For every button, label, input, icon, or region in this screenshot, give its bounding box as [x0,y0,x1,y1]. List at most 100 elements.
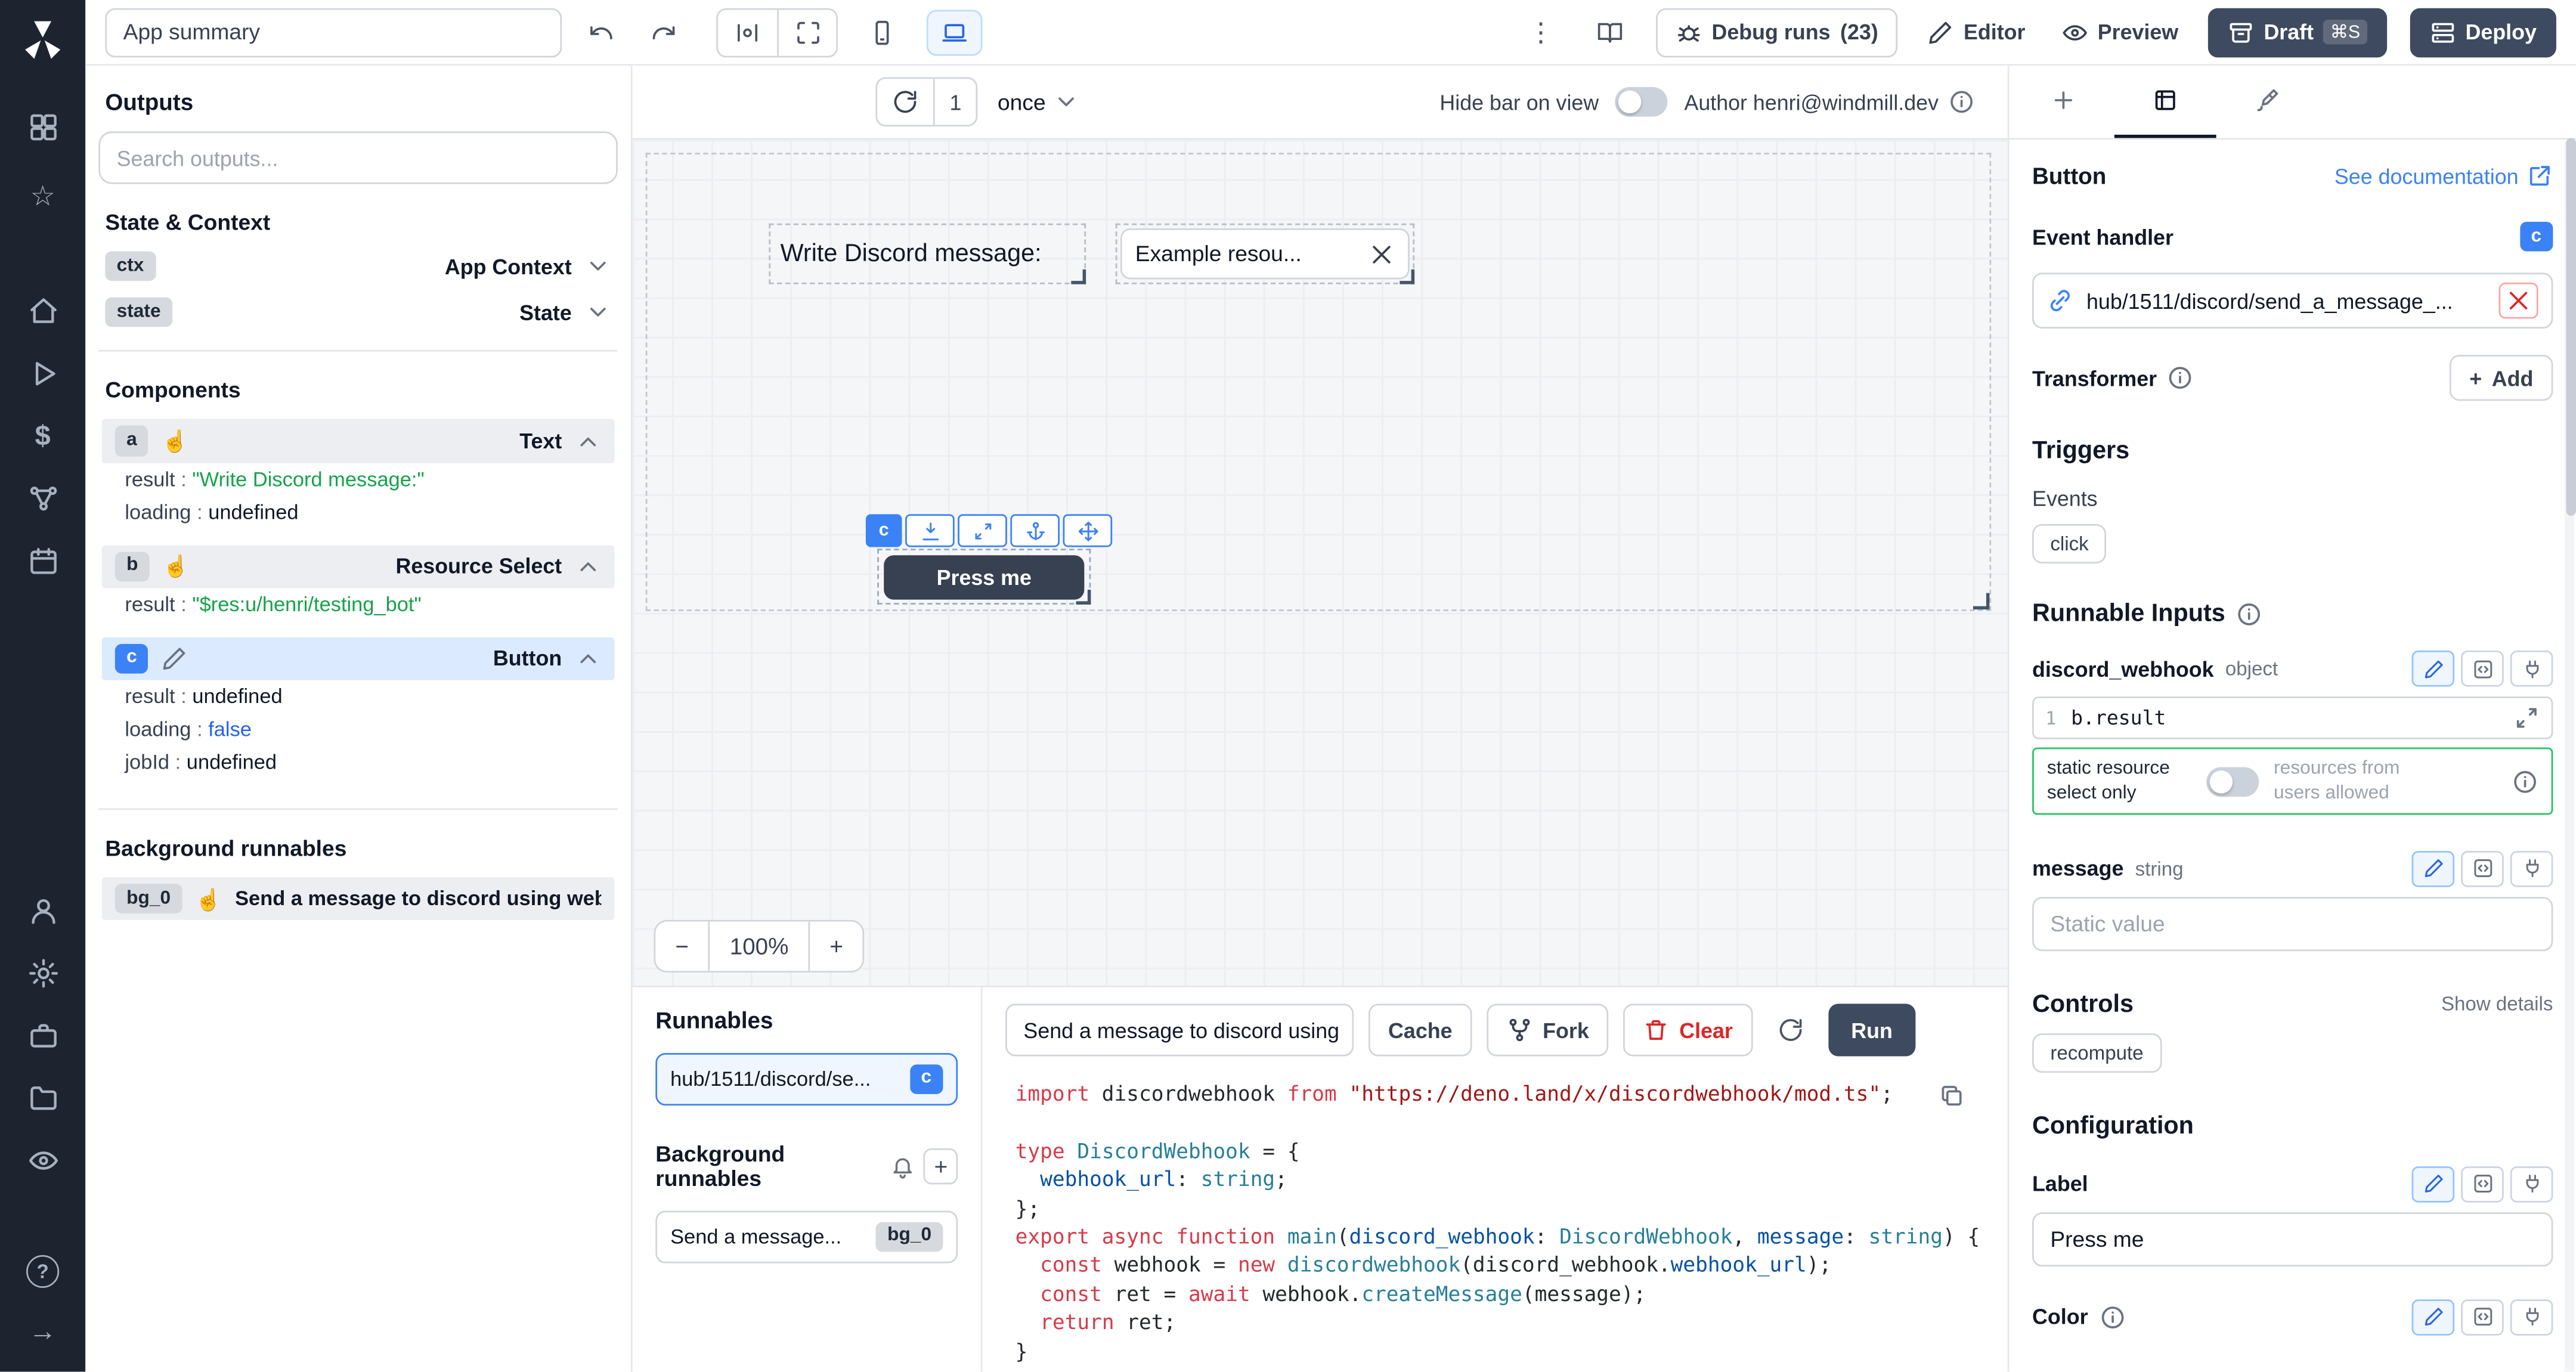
redo-button[interactable] [640,9,686,55]
event-handler-badge: c [2519,222,2553,252]
help-icon[interactable]: ? [13,1244,72,1300]
add-background-runnable-button[interactable]: + [924,1148,958,1185]
runnable-reference[interactable]: hub/1511/discord/send_a_message_... [2032,273,2553,329]
more-menu-icon[interactable]: ⋮ [1518,9,1563,55]
message-static-input[interactable] [2032,897,2553,951]
background-runnable-item[interactable]: Send a message... bg_0 [655,1211,958,1263]
clear-select-icon[interactable] [1368,241,1395,267]
zoom-in-button[interactable]: + [809,922,863,971]
connect-plug-icon[interactable] [2510,851,2553,887]
cache-button[interactable]: Cache [1368,1004,1472,1056]
runnable-item-selected[interactable]: hub/1511/discord/se... c [655,1053,958,1105]
clear-button[interactable]: Clear [1624,1004,1753,1056]
anchor-icon[interactable] [1010,514,1060,547]
state-row[interactable]: state State [105,298,611,327]
centered-width-icon[interactable] [718,9,777,55]
schedules-icon[interactable] [13,532,72,589]
home-icon[interactable] [13,283,72,339]
eval-code-icon[interactable] [2461,851,2504,887]
field-discord-webhook: discord_webhook object [2032,651,2553,687]
schedule-dropdown[interactable]: once [998,89,1079,115]
connect-plug-icon[interactable] [2510,651,2553,687]
info-icon [2512,768,2538,794]
resources-icon[interactable] [13,470,72,526]
runs-icon[interactable] [13,345,72,401]
bottom-row: Runnables hub/1511/discord/se... c Backg… [633,986,2008,1371]
expand-editor-icon[interactable] [2513,705,2540,732]
expand-component-icon[interactable] [958,514,1007,547]
add-transformer-button[interactable]: + Add [2450,355,2553,401]
component-row-b[interactable]: b ☝ Resource Select [102,545,615,588]
text-component[interactable]: Write Discord message: [769,224,1086,284]
refresh-app-icon[interactable] [877,79,933,125]
audit-logs-icon[interactable] [13,1132,72,1188]
refresh-code-icon[interactable] [1767,1007,1813,1053]
button-component-selection[interactable]: c Press me [877,549,1091,605]
label-static-input[interactable] [2032,1212,2553,1266]
undo-button[interactable] [578,9,624,55]
event-click-chip[interactable]: click [2032,524,2107,563]
component-row-a[interactable]: a ☝ Text [102,420,615,463]
apps-icon[interactable] [13,98,72,154]
desktop-view-icon[interactable] [927,9,983,55]
variables-icon[interactable]: $ [13,407,72,463]
tab-component-settings[interactable] [2114,66,2216,138]
runnable-name-input[interactable]: Send a message to discord using [1005,1004,1354,1056]
connect-plug-icon[interactable] [2510,1166,2553,1203]
favorites-icon[interactable]: ☆ [13,168,72,224]
connect-plug-icon[interactable] [2510,1299,2553,1336]
move-component-icon[interactable] [1063,514,1113,547]
tab-insert[interactable] [2012,66,2114,138]
static-edit-icon[interactable] [2411,1166,2454,1203]
settings-icon[interactable] [13,944,72,1001]
tab-styling[interactable] [2216,66,2318,138]
recompute-chip[interactable]: recompute [2032,1033,2162,1073]
eval-code-icon[interactable] [2461,1166,2504,1203]
code-editor[interactable]: import discordwebhook from "https://deno… [983,1070,2008,1372]
hide-bar-label: Hide bar on view [1439,89,1599,114]
fork-button[interactable]: Fork [1487,1004,1608,1056]
remove-runnable-icon[interactable] [2499,283,2538,319]
full-width-icon[interactable] [777,9,836,55]
resource-select-box[interactable]: Example resou... [1120,228,1410,279]
state-context-title: State & Context [105,210,611,235]
refresh-count: 1 [933,79,976,125]
static-edit-icon[interactable] [2411,1299,2454,1336]
editor-tab[interactable]: Editor [1921,7,2032,57]
static-edit-icon[interactable] [2411,851,2454,887]
search-outputs-input[interactable] [98,131,618,184]
ctx-row[interactable]: ctx App Context [105,252,611,281]
copy-code-icon[interactable] [1939,1083,1965,1109]
docs-book-icon[interactable] [1587,9,1633,55]
workers-icon[interactable] [13,1007,72,1063]
run-button[interactable]: Run [1828,1004,1916,1056]
settings-scrollbar-thumb[interactable] [2566,138,2576,516]
draft-button[interactable]: Draft ⌘S [2208,7,2386,57]
app-summary-input[interactable] [105,7,562,57]
eval-code-icon[interactable] [2461,651,2504,687]
resource-select-component[interactable]: Example resou... [1116,224,1414,284]
app-root: ☆ $ ? → ⋮ [0,0,2576,1372]
discord-webhook-expression[interactable]: 1 b.result [2032,697,2553,740]
static-resource-toggle[interactable] [2206,767,2259,797]
see-documentation-link[interactable]: See documentation [2334,163,2553,189]
background-runnable-row[interactable]: bg_0 ☝ Send a message to discord using w… [102,877,615,920]
debug-runs-button[interactable]: Debug runs (23) [1656,7,1898,57]
zoom-out-button[interactable]: − [655,922,708,971]
editor-header: Send a message to discord using Cache Fo… [983,987,2008,1070]
windmill-logo-icon[interactable] [20,17,66,63]
eval-code-icon[interactable] [2461,1299,2504,1336]
component-row-c[interactable]: c Button [102,637,615,680]
static-edit-icon[interactable] [2411,651,2454,687]
show-details-link[interactable]: Show details [2441,993,2553,1016]
deploy-button[interactable]: Deploy [2410,7,2556,57]
insert-below-icon[interactable] [905,514,955,547]
folders-icon[interactable] [13,1070,72,1126]
mobile-view-icon[interactable] [854,9,911,55]
press-me-button[interactable]: Press me [884,555,1084,599]
expand-sidebar-icon[interactable]: → [13,1303,72,1359]
users-icon[interactable] [13,882,72,938]
hide-bar-toggle[interactable] [1615,87,1668,117]
preview-tab[interactable]: Preview [2055,7,2185,57]
app-canvas[interactable]: Write Discord message: Example resou... … [633,140,2008,986]
